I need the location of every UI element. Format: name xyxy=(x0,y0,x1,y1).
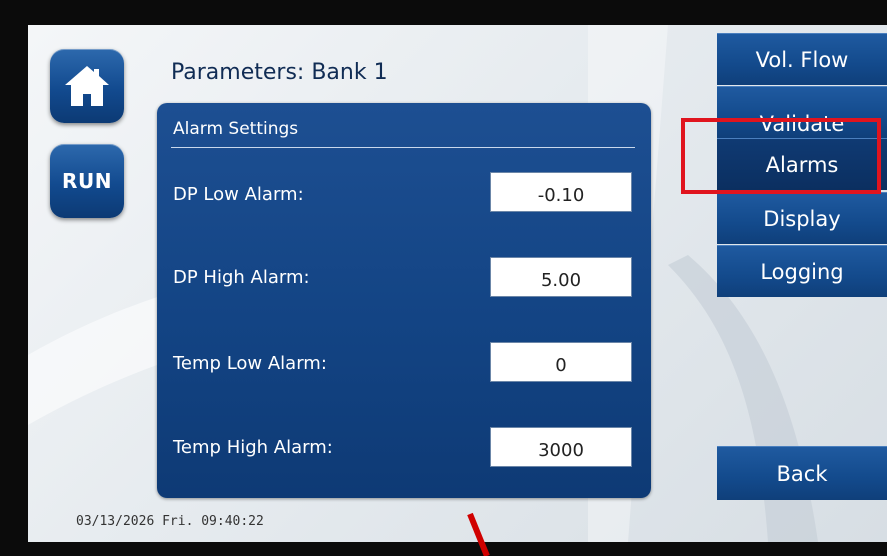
run-button-label: RUN xyxy=(62,169,112,193)
home-icon xyxy=(65,66,109,106)
nav-vol-flow-button[interactable]: Vol. Flow xyxy=(717,33,887,85)
dp-high-alarm-field[interactable]: 5.00 xyxy=(490,257,632,297)
panel-divider xyxy=(171,147,635,148)
panel-title: Alarm Settings xyxy=(173,119,299,139)
home-button[interactable] xyxy=(50,49,124,123)
nav-logging-button[interactable]: Logging xyxy=(717,245,887,297)
dp-high-alarm-label: DP High Alarm: xyxy=(173,267,310,288)
temp-high-alarm-label: Temp High Alarm: xyxy=(173,437,333,458)
dp-low-alarm-field[interactable]: -0.10 xyxy=(490,172,632,212)
run-button[interactable]: RUN xyxy=(50,144,124,218)
hmi-screen: RUN Parameters: Bank 1 Alarm Settings DP… xyxy=(28,25,887,542)
dp-low-alarm-label: DP Low Alarm: xyxy=(173,184,304,205)
alarms-highlight-box xyxy=(681,118,881,194)
temp-low-alarm-field[interactable]: 0 xyxy=(490,342,632,382)
temp-low-alarm-label: Temp Low Alarm: xyxy=(173,353,327,374)
temp-high-alarm-field[interactable]: 3000 xyxy=(490,427,632,467)
page-title: Parameters: Bank 1 xyxy=(171,60,388,85)
nav-display-button[interactable]: Display xyxy=(717,192,887,244)
alarm-settings-panel: Alarm Settings DP Low Alarm: -0.10 DP Hi… xyxy=(157,103,651,498)
status-datetime: 03/13/2026 Fri. 09:40:22 xyxy=(76,514,264,529)
back-button[interactable]: Back xyxy=(717,446,887,500)
